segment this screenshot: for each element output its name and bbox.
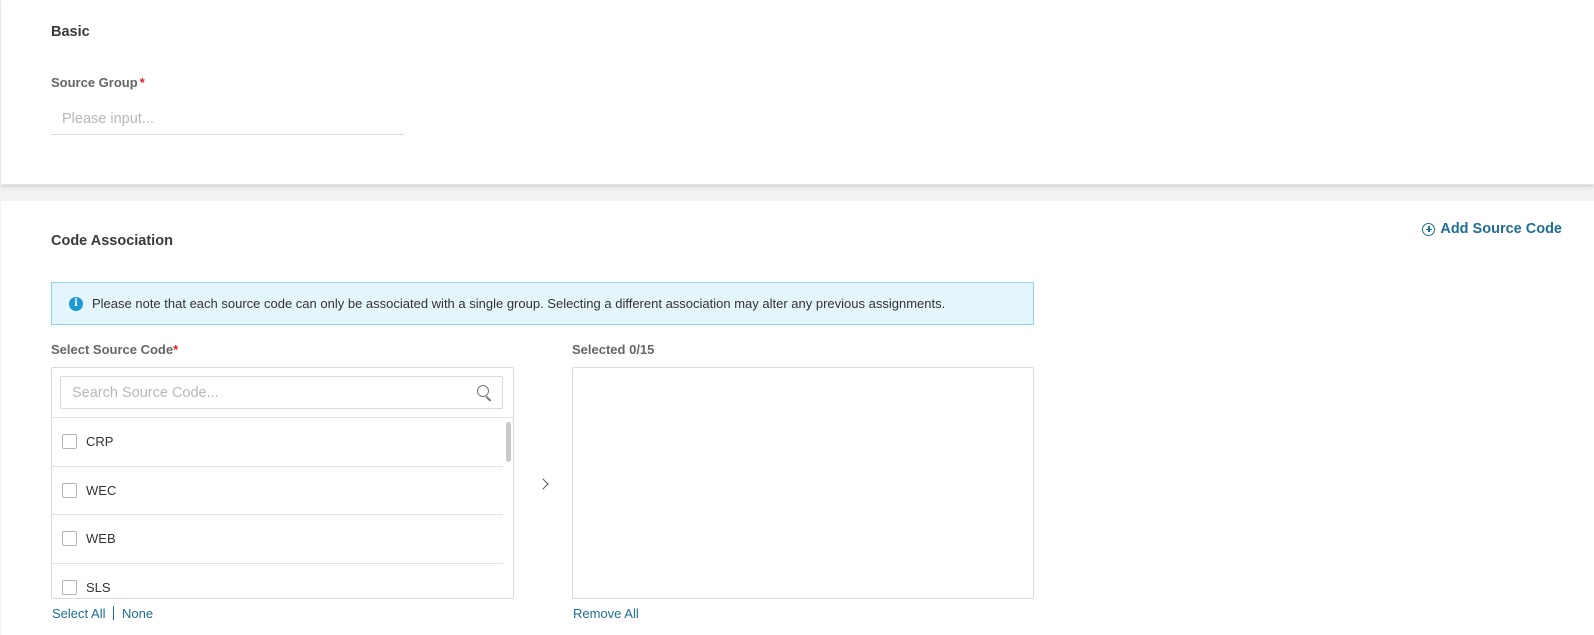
chevron-right-icon[interactable] (537, 477, 551, 491)
list-item-label: WEC (86, 482, 117, 498)
code-association-title: Code Association (51, 233, 173, 249)
add-circle-icon (1422, 222, 1436, 236)
required-asterisk: * (139, 75, 145, 90)
info-notice-banner: i Please note that each source code can … (51, 282, 1034, 325)
info-icon: i (69, 296, 83, 311)
add-source-code-label: Add Source Code (1440, 221, 1562, 237)
list-item-sls[interactable]: SLS (52, 564, 503, 599)
select-source-code-label: Select Source Code* (51, 342, 178, 357)
selected-count-label: Selected 0/15 (572, 342, 655, 357)
basic-section-title: Basic (51, 24, 90, 40)
code-association-section: Code Association Add Source Code i Pleas… (1, 201, 1594, 635)
link-separator (113, 606, 114, 620)
list-item-label: CRP (86, 434, 114, 450)
checkbox[interactable] (62, 531, 77, 547)
list-item-wec[interactable]: WEC (52, 467, 503, 515)
add-source-code-button[interactable]: Add Source Code (1422, 221, 1562, 237)
search-box (60, 376, 503, 409)
list-item-crp[interactable]: CRP (52, 418, 503, 467)
select-none-link[interactable]: None (122, 606, 153, 621)
scrollbar-thumb[interactable] (506, 422, 511, 462)
search-source-code-input[interactable] (61, 377, 502, 408)
source-code-list-panel: CRP WEC WEB SLS (51, 367, 514, 599)
checkbox[interactable] (62, 434, 77, 450)
list-item-label: SLS (86, 579, 111, 595)
list-item-web[interactable]: WEB (52, 515, 503, 564)
source-group-label: Source Group * (51, 75, 145, 90)
list-item-label: WEB (86, 531, 116, 547)
checkbox[interactable] (62, 482, 77, 498)
select-all-link[interactable]: Select All (52, 606, 105, 621)
basic-section: Basic Source Group * (1, 0, 1594, 185)
required-asterisk: * (173, 342, 179, 357)
selected-list-panel (572, 367, 1034, 599)
remove-all-link[interactable]: Remove All (573, 606, 639, 621)
search-icon[interactable] (477, 385, 493, 401)
source-group-label-text: Source Group (51, 75, 138, 90)
select-source-code-label-text: Select Source Code (51, 342, 174, 357)
info-notice-text: Please note that each source code can on… (92, 296, 946, 311)
source-code-list: CRP WEC WEB SLS (52, 418, 503, 599)
checkbox[interactable] (62, 579, 77, 595)
source-group-input[interactable] (51, 103, 404, 135)
